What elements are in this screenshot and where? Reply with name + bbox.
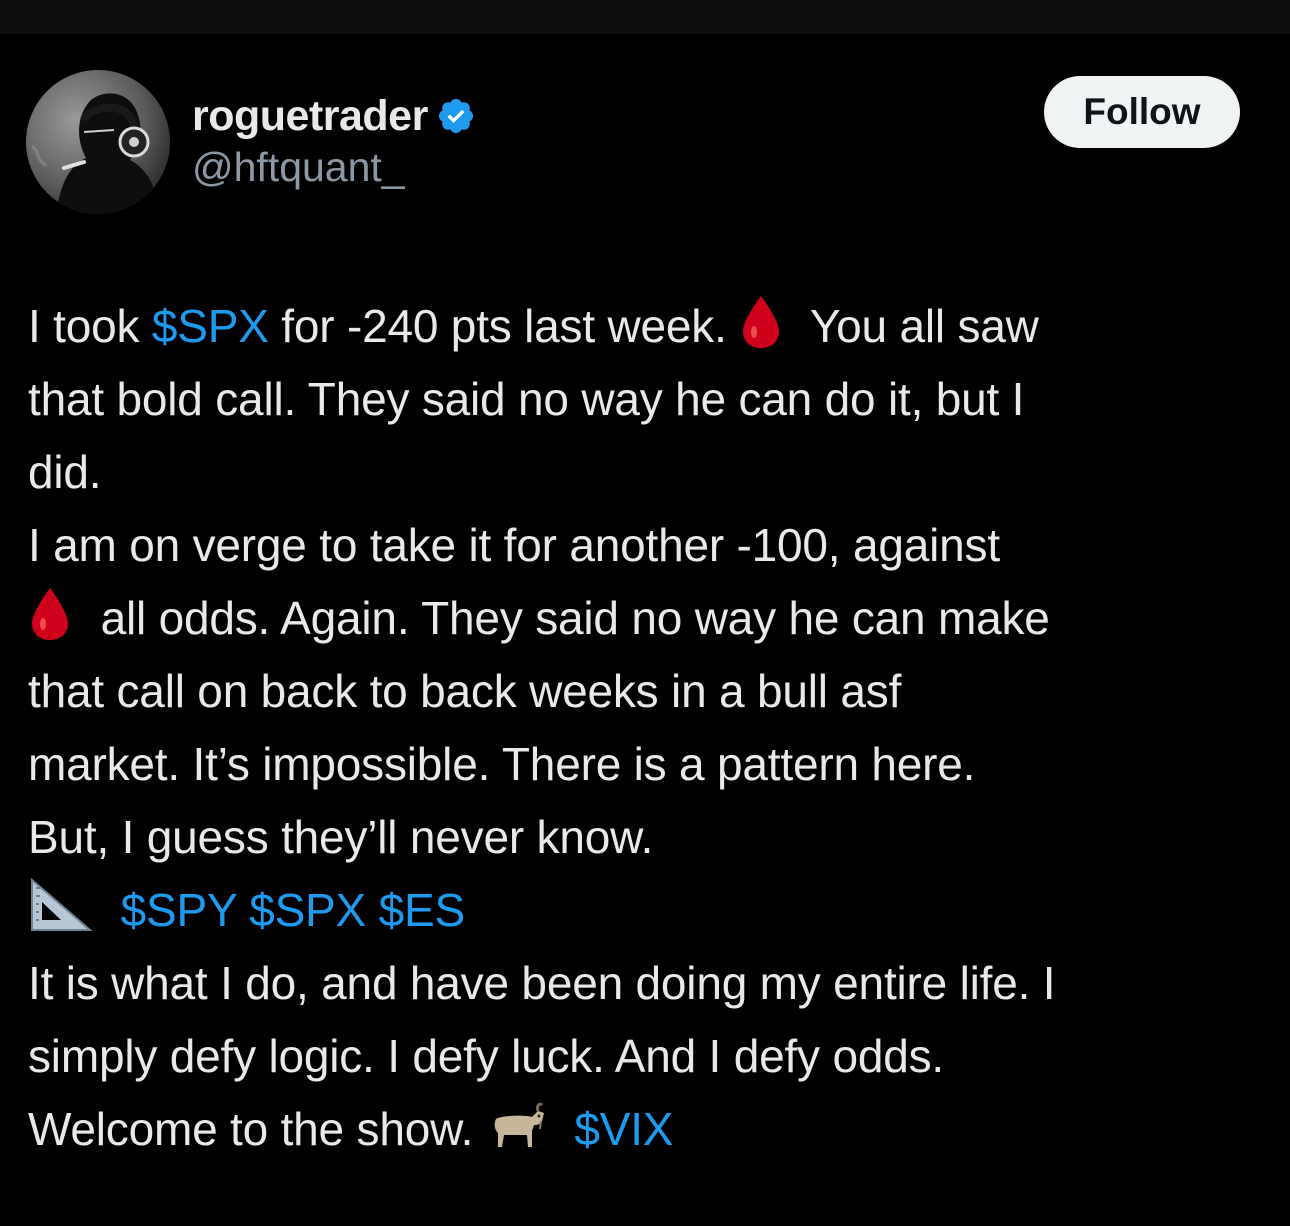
display-name[interactable]: roguetrader bbox=[192, 92, 428, 140]
avatar-photo bbox=[26, 70, 170, 214]
tweet-line: did. bbox=[28, 446, 102, 498]
author-block[interactable]: roguetrader @hftquant_ bbox=[192, 92, 476, 192]
tweet-line: that call on back to back weeks in a bul… bbox=[28, 665, 902, 717]
verified-badge-icon[interactable] bbox=[436, 96, 476, 136]
cashtag-link[interactable]: $SPX bbox=[249, 884, 366, 936]
cashtag-link[interactable]: $VIX bbox=[574, 1103, 673, 1155]
goat-icon bbox=[486, 1101, 548, 1174]
tweet-line: Welcome to the show. $VIX bbox=[28, 1093, 1250, 1166]
tweet-line: It is what I do, and have been doing my … bbox=[28, 957, 1056, 1009]
cashtag-link[interactable]: $SPX bbox=[152, 300, 269, 352]
tweet-line: simply defy logic. I defy luck. And I de… bbox=[28, 1030, 944, 1082]
tweet-line: I am on verge to take it for another -10… bbox=[28, 519, 1000, 571]
tweet-line: $SPY $SPX $ES bbox=[28, 874, 1250, 947]
tweet-line: all odds. Again. They said no way he can… bbox=[28, 582, 1250, 655]
tweet-line: But, I guess they’ll never know. bbox=[28, 811, 654, 863]
tweet-line: that bold call. They said no way he can … bbox=[28, 373, 1025, 425]
drop-of-blood-icon bbox=[739, 294, 783, 371]
cashtag-link[interactable]: $SPY bbox=[121, 884, 237, 936]
text-span: for -240 pts last week. bbox=[268, 300, 727, 352]
text-span: all odds. Again. They said no way he can… bbox=[100, 592, 1050, 644]
cashtag-link[interactable]: $ES bbox=[379, 884, 466, 936]
tweet-text: I took $SPX for -240 pts last week. You … bbox=[28, 290, 1250, 1166]
status-bar-strip bbox=[0, 0, 1290, 34]
handle[interactable]: @hftquant_ bbox=[192, 142, 476, 192]
text-span: I took bbox=[28, 300, 152, 352]
tweet-header: roguetrader @hftquant_ Follow bbox=[26, 70, 1240, 220]
tweet-line: market. It’s impossible. There is a patt… bbox=[28, 738, 976, 790]
tweet-line: I took $SPX for -240 pts last week. You … bbox=[28, 290, 1250, 363]
avatar[interactable] bbox=[26, 70, 170, 214]
drop-of-blood-icon bbox=[28, 586, 72, 663]
text-span: Welcome to the show. bbox=[28, 1103, 474, 1155]
text-span: You all saw bbox=[809, 300, 1039, 352]
triangular-ruler-icon bbox=[28, 876, 94, 955]
follow-button[interactable]: Follow bbox=[1044, 76, 1240, 148]
